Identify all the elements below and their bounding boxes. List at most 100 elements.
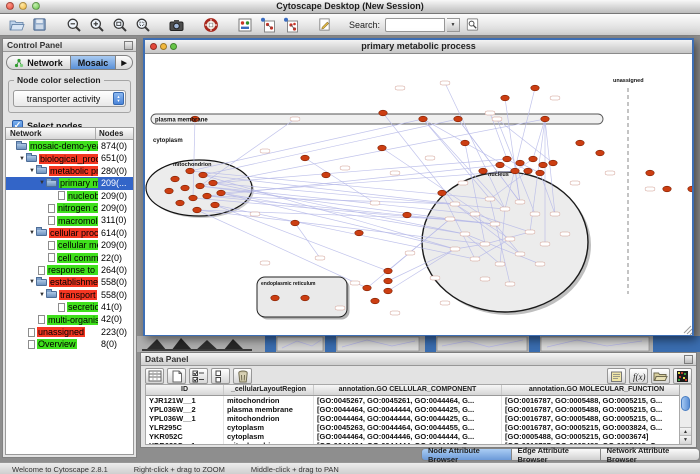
network-node[interactable] bbox=[405, 251, 415, 255]
network-node-selected[interactable] bbox=[199, 172, 207, 178]
attribute-matrix-button[interactable] bbox=[673, 368, 692, 384]
network-node[interactable] bbox=[645, 187, 655, 191]
select-attributes-button[interactable] bbox=[189, 368, 208, 384]
tree-row[interactable]: ▼primary metabo209(... bbox=[6, 177, 133, 189]
zoom-selected-button[interactable] bbox=[132, 15, 153, 34]
network-node[interactable] bbox=[470, 257, 480, 261]
tree-row[interactable]: ▼establishment of lo558(0) bbox=[6, 276, 133, 288]
tree-row[interactable]: unassigned223(0) bbox=[6, 326, 133, 338]
network-node-selected[interactable] bbox=[271, 295, 279, 301]
network-node-selected[interactable] bbox=[454, 116, 462, 122]
network-node-selected[interactable] bbox=[596, 150, 604, 156]
network-node[interactable] bbox=[440, 301, 450, 305]
network-node[interactable] bbox=[515, 200, 525, 204]
network-node[interactable] bbox=[335, 306, 345, 310]
zoom-in-button[interactable] bbox=[86, 15, 107, 34]
network-node[interactable] bbox=[250, 212, 260, 216]
network-node[interactable] bbox=[395, 86, 405, 90]
network-node-selected[interactable] bbox=[378, 145, 386, 151]
zoom-window-button[interactable] bbox=[170, 43, 177, 50]
new-attribute-button[interactable] bbox=[167, 368, 186, 384]
network-node-selected[interactable] bbox=[384, 268, 392, 274]
network-node-selected[interactable] bbox=[663, 186, 671, 192]
network-node-selected[interactable] bbox=[503, 156, 511, 162]
column-header[interactable]: annotation.GO CELLULAR_COMPONENT bbox=[314, 385, 502, 395]
tab-mosaic[interactable]: Mosaic bbox=[70, 55, 117, 70]
tree-column-network[interactable]: Network bbox=[6, 128, 96, 139]
network-node-selected[interactable] bbox=[549, 160, 557, 166]
tree-row[interactable]: cell communicat22(0) bbox=[6, 252, 133, 264]
network-node[interactable] bbox=[480, 242, 490, 246]
close-button[interactable] bbox=[6, 2, 14, 10]
table-row[interactable]: YLR295Ccytoplasm[GO:0045263, GO:0044464,… bbox=[146, 423, 691, 432]
zoom-window-button[interactable] bbox=[32, 2, 40, 10]
tree-row[interactable]: nucleobase-209(0) bbox=[6, 190, 133, 202]
network-node-selected[interactable] bbox=[209, 180, 217, 186]
network-edge[interactable] bbox=[533, 119, 545, 159]
network-node-selected[interactable] bbox=[193, 207, 201, 213]
network-node[interactable] bbox=[500, 207, 510, 211]
delete-attribute-button[interactable] bbox=[233, 368, 252, 384]
tree-column-nodes[interactable]: Nodes bbox=[96, 128, 133, 139]
expand-arrow-icon[interactable]: ▼ bbox=[28, 230, 36, 236]
tab-node-attribute-browser[interactable]: Node Attribute Browser bbox=[421, 448, 512, 461]
network-node-selected[interactable] bbox=[576, 140, 584, 146]
network-node[interactable] bbox=[492, 117, 502, 121]
network-edge[interactable] bbox=[203, 175, 455, 249]
network-node[interactable] bbox=[530, 212, 540, 216]
network-node[interactable] bbox=[460, 232, 470, 236]
network-node[interactable] bbox=[350, 281, 360, 285]
save-session-button[interactable] bbox=[29, 15, 50, 34]
network-node-selected[interactable] bbox=[384, 278, 392, 284]
network-node[interactable] bbox=[535, 262, 545, 266]
annotation-button[interactable] bbox=[314, 15, 335, 34]
tab-edge-attribute-browser[interactable]: Edge Attribute Browser bbox=[512, 448, 601, 461]
network-node-selected[interactable] bbox=[403, 212, 411, 218]
network-node-selected[interactable] bbox=[322, 172, 330, 178]
network-node[interactable] bbox=[260, 261, 270, 265]
network-edge[interactable] bbox=[190, 119, 423, 171]
float-panel-icon[interactable] bbox=[684, 355, 693, 364]
column-header[interactable]: _cellularLayoutRegion bbox=[224, 385, 314, 395]
snapshot-button[interactable] bbox=[166, 15, 187, 34]
network-node-selected[interactable] bbox=[291, 220, 299, 226]
network-node[interactable] bbox=[440, 81, 450, 85]
layout-a-button[interactable] bbox=[257, 15, 278, 34]
table-row[interactable]: YKR052Ccytoplasm[GO:0044464, GO:0044446,… bbox=[146, 432, 691, 441]
network-edge[interactable] bbox=[305, 158, 375, 203]
network-node[interactable] bbox=[525, 230, 535, 234]
network-node[interactable] bbox=[550, 212, 560, 216]
tree-row[interactable]: nitrogen compo209(0) bbox=[6, 202, 133, 214]
expand-arrow-icon[interactable]: ▼ bbox=[28, 279, 36, 285]
scrollbar-thumb[interactable] bbox=[681, 396, 690, 411]
network-edge[interactable] bbox=[295, 223, 320, 258]
network-node-selected[interactable] bbox=[301, 155, 309, 161]
network-node[interactable] bbox=[425, 156, 435, 160]
network-node[interactable] bbox=[540, 242, 550, 246]
network-edge[interactable] bbox=[203, 119, 458, 175]
network-edge[interactable] bbox=[215, 205, 388, 271]
table-row[interactable]: YPL036W__2plasma membrane[GO:0044464, GO… bbox=[146, 405, 691, 414]
minimize-button[interactable] bbox=[160, 43, 167, 50]
network-node[interactable] bbox=[260, 149, 270, 153]
network-node[interactable] bbox=[490, 222, 500, 226]
tree-row[interactable]: secretion41(0) bbox=[6, 301, 133, 313]
network-node-selected[interactable] bbox=[379, 110, 387, 116]
table-row[interactable]: YJR121W__1mitochondrion[GO:0045267, GO:0… bbox=[146, 396, 691, 405]
network-node-selected[interactable] bbox=[541, 116, 549, 122]
node-color-dropdown[interactable]: transporter activity ▲▼ bbox=[13, 90, 126, 107]
network-node-selected[interactable] bbox=[176, 200, 184, 206]
network-node[interactable] bbox=[605, 171, 615, 175]
network-node[interactable] bbox=[505, 237, 515, 241]
network-node-selected[interactable] bbox=[384, 288, 392, 294]
network-canvas[interactable]: plasma membranecytoplasmmitochondrionnuc… bbox=[145, 54, 692, 335]
network-node-selected[interactable] bbox=[181, 185, 189, 191]
network-node[interactable] bbox=[390, 171, 400, 175]
network-node-selected[interactable] bbox=[165, 188, 173, 194]
table-row[interactable]: YPL036W__1mitochondrion[GO:0044464, GO:0… bbox=[146, 414, 691, 423]
network-node[interactable] bbox=[485, 111, 495, 115]
tree-row[interactable]: macromolecule311(0) bbox=[6, 214, 133, 226]
network-node[interactable] bbox=[290, 117, 300, 121]
open-session-button[interactable] bbox=[6, 15, 27, 34]
search-options-button[interactable] bbox=[462, 15, 483, 34]
